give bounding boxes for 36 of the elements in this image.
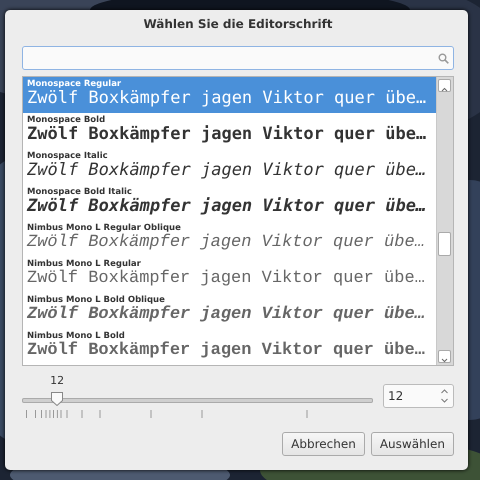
font-preview: Zwölf Boxkämpfer jagen Viktor quer übe… xyxy=(27,89,428,108)
font-preview: Zwölf Boxkämpfer jagen Viktor quer übe… xyxy=(27,233,426,252)
font-preview: Zwölf Boxkämpfer jagen Viktor quer übe… xyxy=(27,341,426,360)
font-preview: Zwölf Boxkämpfer jagen Viktor quer übe… xyxy=(27,269,426,288)
font-preview: Zwölf Boxkämpfer jagen Viktor quer übe… xyxy=(27,305,426,324)
font-list-item[interactable]: Monospace Italic Zwölf Boxkämpfer jagen Viktor quer übe… xyxy=(23,149,436,185)
scrollbar[interactable] xyxy=(436,77,453,365)
font-name: Nimbus Mono L Bold Oblique xyxy=(27,295,166,305)
font-name: Monospace Bold xyxy=(27,115,106,125)
dialog-button[interactable]: Abbrechen xyxy=(282,432,365,456)
dialog-button[interactable]: Auswählen xyxy=(370,432,454,456)
font-name: Monospace Bold Italic xyxy=(27,187,133,197)
size-spin-field[interactable]: 12 xyxy=(383,384,454,408)
scroll-down-button[interactable] xyxy=(438,350,451,363)
font-name: Nimbus Mono L Regular xyxy=(27,259,142,269)
font-list-item[interactable]: Nimbus Mono L Bold Zwölf Boxkämpfer jagen Viktor quer übe… xyxy=(23,329,436,365)
font-name: Monospace Regular xyxy=(27,79,122,89)
font-name: Monospace Italic xyxy=(27,151,109,161)
dialog-title: Wählen Sie die Editorschrift xyxy=(142,16,334,33)
spin-arrows-icon xyxy=(440,388,449,404)
search-field[interactable] xyxy=(22,46,454,70)
scrollbar-thumb[interactable] xyxy=(438,232,451,256)
size-slider[interactable] xyxy=(22,392,373,408)
font-list-item[interactable]: Monospace Bold Zwölf Boxkämpfer jagen Viktor quer übe… xyxy=(23,113,436,149)
font-name: Nimbus Mono L Regular Oblique xyxy=(27,223,182,233)
font-preview: Zwölf Boxkämpfer jagen Viktor quer übe… xyxy=(27,197,428,216)
font-list-item[interactable]: Nimbus Mono L Regular Zwölf Boxkämpfer jagen Viktor quer übe… xyxy=(23,257,436,293)
font-list-item[interactable]: Monospace Bold Italic Zwölf Boxkämpfer jagen Viktor quer übe… xyxy=(23,185,436,221)
scroll-up-button[interactable] xyxy=(438,79,451,92)
font-preview: Zwölf Boxkämpfer jagen Viktor quer übe… xyxy=(27,161,428,180)
font-list-item[interactable]: Nimbus Mono L Bold Oblique Zwölf Boxkämpfer jagen Viktor quer übe… xyxy=(23,293,436,329)
font-preview: Zwölf Boxkämpfer jagen Viktor quer übe… xyxy=(27,125,428,144)
font-list-item[interactable]: Nimbus Mono L Regular Oblique Zwölf Boxkämpfer jagen Viktor quer übe… xyxy=(23,221,436,257)
size-reading: 12 xyxy=(50,374,64,387)
search-icon xyxy=(438,53,449,64)
font-name: Nimbus Mono L Bold xyxy=(27,331,126,341)
